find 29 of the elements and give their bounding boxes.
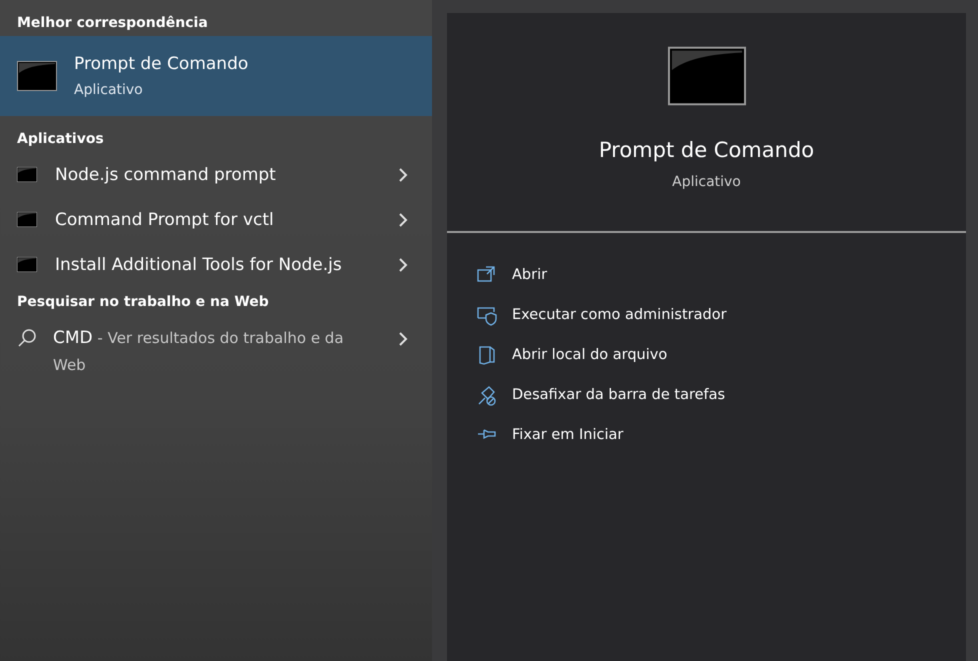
web-search-text: CMD - Ver resultados do trabalho e da Web <box>53 327 345 376</box>
app-title: Prompt de Comando <box>598 138 814 162</box>
section-heading: Melhor correspondência <box>16 14 209 33</box>
action-item[interactable]: Abrir <box>476 255 966 295</box>
action-item[interactable]: Abrir local do arquivo <box>476 335 966 375</box>
action-item[interactable]: Executar como administrador <box>476 295 966 335</box>
section-heading: Pesquisar no trabalho e na Web <box>16 293 270 312</box>
terminal-icon <box>668 44 746 108</box>
terminal-icon <box>17 212 37 227</box>
web-search-item[interactable]: CMD - Ver resultados do trabalho e da Web <box>0 315 432 379</box>
app-type: Aplicativo <box>74 82 144 98</box>
app-result-item[interactable]: Node.js command prompt <box>0 152 432 197</box>
best-match-item[interactable]: Prompt de Comando Aplicativo <box>0 36 432 116</box>
unpin-icon <box>476 384 498 406</box>
terminal-icon <box>17 257 37 272</box>
search-icon <box>17 328 37 348</box>
app-type: Aplicativo <box>672 174 741 190</box>
app-result-item[interactable]: Command Prompt for vctl <box>0 197 432 242</box>
chevron-icon <box>398 256 408 272</box>
action-item[interactable]: Desafixar da barra de tarefas <box>476 375 966 415</box>
section-heading: Aplicativos <box>16 130 105 149</box>
app-result-item[interactable]: Install Additional Tools for Node.js <box>0 242 432 287</box>
chevron-icon <box>398 166 408 182</box>
app-title: Prompt de Comando <box>74 54 248 74</box>
chevron-icon <box>398 331 408 347</box>
action-item[interactable]: Fixar em Iniciar <box>476 415 966 455</box>
terminal-icon <box>17 61 57 91</box>
chevron-icon <box>398 212 408 228</box>
terminal-icon <box>17 167 37 182</box>
